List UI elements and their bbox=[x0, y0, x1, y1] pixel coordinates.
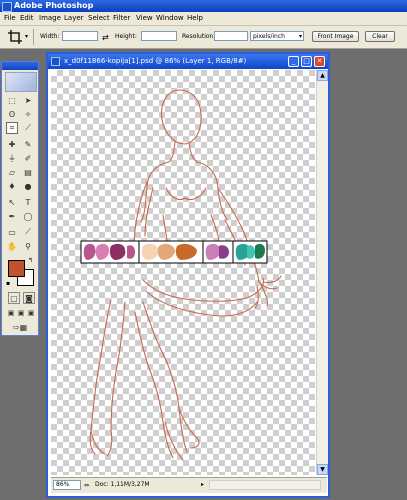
resolution-unit-value: pixels/inch bbox=[253, 33, 285, 40]
screen-mode-full-icon[interactable]: ▣ bbox=[25, 307, 37, 319]
figure-sketch bbox=[80, 89, 282, 461]
photoshop-logo-icon bbox=[2, 2, 12, 12]
quick-mask-icon[interactable]: ◙ bbox=[23, 292, 35, 304]
type-icon[interactable]: T bbox=[22, 196, 34, 208]
eraser-icon[interactable]: ▱ bbox=[6, 166, 18, 178]
menu-edit[interactable]: Edit bbox=[20, 13, 34, 24]
app-titlebar: Adobe Photoshop bbox=[0, 0, 407, 12]
notes-icon[interactable]: ▭ bbox=[6, 226, 18, 238]
magic-wand-icon[interactable]: ✧ bbox=[22, 108, 34, 120]
swap-colors-icon[interactable]: ↰ bbox=[28, 257, 33, 264]
shape-icon[interactable]: ◯ bbox=[22, 210, 34, 222]
height-field[interactable] bbox=[141, 31, 177, 41]
toolbox: ⬚ ➤ ʘ ✧ ⌗ ⟋ ✚ ✎ ⏚ ✐ ▱ ▤ ♦ ● ↖ T ✒ ◯ ▭ ⟋ … bbox=[1, 61, 39, 336]
lasso-icon[interactable]: ʘ bbox=[6, 108, 18, 120]
maximize-button[interactable]: □ bbox=[301, 56, 312, 67]
jump-to-imageready-icon[interactable]: ⇨▦ bbox=[8, 321, 32, 333]
document-title: x_d0f11866-kopija[1].psd @ 86% (Layer 1,… bbox=[64, 57, 247, 65]
dodge-icon[interactable]: ● bbox=[22, 180, 34, 192]
scroll-up-icon[interactable]: ▲ bbox=[317, 70, 328, 81]
doc-size-info: Doc: 1,11M/3,27M bbox=[95, 481, 150, 488]
image-canvas[interactable] bbox=[51, 70, 315, 475]
crop-icon[interactable]: ⌗ bbox=[6, 122, 18, 134]
options-bar: ▾ Width: ⇄ Height: Resolution: pixels/in… bbox=[0, 26, 407, 49]
width-label: Width: bbox=[40, 33, 60, 40]
adobe-online-feather-icon[interactable] bbox=[5, 72, 37, 92]
menu-layer[interactable]: Layer bbox=[64, 13, 84, 24]
sketch-outline bbox=[89, 89, 282, 461]
slice-icon[interactable]: ⟋ bbox=[22, 122, 34, 134]
default-colors-icon[interactable]: ▪ bbox=[6, 280, 10, 287]
zoom-icon[interactable]: ⚲ bbox=[22, 240, 34, 252]
gradient-icon[interactable]: ▤ bbox=[22, 166, 34, 178]
app-title: Adobe Photoshop bbox=[14, 1, 94, 10]
resolution-field[interactable] bbox=[214, 31, 248, 41]
hand-icon[interactable]: ✋ bbox=[6, 240, 18, 252]
stamp-icon[interactable]: ⏚ bbox=[6, 152, 18, 164]
menu-window[interactable]: Window bbox=[156, 13, 184, 24]
foreground-color-swatch[interactable] bbox=[8, 260, 25, 277]
pen-icon[interactable]: ✒ bbox=[6, 210, 18, 222]
vertical-scrollbar[interactable]: ▲ ▼ bbox=[316, 70, 328, 475]
resolution-label: Resolution: bbox=[182, 33, 216, 40]
menu-view[interactable]: View bbox=[136, 13, 153, 24]
tool-preset-arrow-icon[interactable]: ▾ bbox=[25, 33, 28, 40]
horizontal-scrollbar[interactable] bbox=[209, 480, 321, 490]
document-icon bbox=[51, 57, 60, 66]
standard-mode-icon[interactable]: ▢ bbox=[8, 292, 20, 304]
clear-button[interactable]: Clear bbox=[365, 31, 395, 42]
menu-file[interactable]: File bbox=[4, 13, 16, 24]
swap-dimensions-icon[interactable]: ⇄ bbox=[102, 33, 109, 42]
move-icon[interactable]: ➤ bbox=[22, 94, 34, 106]
toolbox-header[interactable] bbox=[2, 62, 38, 70]
separator bbox=[33, 29, 34, 45]
eyedropper-icon[interactable]: ⟋ bbox=[22, 226, 34, 238]
height-label: Height: bbox=[115, 33, 137, 40]
history-brush-icon[interactable]: ✐ bbox=[22, 152, 34, 164]
brush-icon[interactable]: ✎ bbox=[22, 138, 34, 150]
menu-image[interactable]: Image bbox=[39, 13, 61, 24]
menu-help[interactable]: Help bbox=[187, 13, 203, 24]
front-image-button[interactable]: Front Image bbox=[312, 31, 359, 42]
menu-bar: File Edit Image Layer Select Filter View… bbox=[0, 12, 407, 26]
menu-filter[interactable]: Filter bbox=[113, 13, 130, 24]
blur-icon[interactable]: ♦ bbox=[6, 180, 18, 192]
status-menu-arrow-icon[interactable]: ▸ bbox=[201, 478, 204, 491]
color-palette-strip bbox=[80, 240, 268, 264]
scroll-down-icon[interactable]: ▼ bbox=[317, 464, 328, 475]
path-select-icon[interactable]: ↖ bbox=[6, 196, 18, 208]
chevron-down-icon: ▾ bbox=[298, 33, 302, 40]
document-titlebar[interactable]: x_d0f11866-kopija[1].psd @ 86% (Layer 1,… bbox=[48, 54, 328, 69]
status-bar: 86% ⇔ Doc: 1,11M/3,27M ▸ bbox=[51, 477, 327, 493]
document-window: x_d0f11866-kopija[1].psd @ 86% (Layer 1,… bbox=[46, 52, 330, 498]
width-field[interactable] bbox=[62, 31, 98, 41]
close-button[interactable]: ✕ bbox=[314, 56, 325, 67]
resolution-unit-select[interactable]: pixels/inch ▾ bbox=[250, 31, 304, 41]
crop-icon[interactable] bbox=[8, 30, 22, 44]
status-nav-icon[interactable]: ⇔ bbox=[84, 479, 89, 492]
zoom-field[interactable]: 86% bbox=[53, 480, 81, 490]
menu-select[interactable]: Select bbox=[88, 13, 110, 24]
marquee-icon[interactable]: ⬚ bbox=[6, 94, 18, 106]
healing-icon[interactable]: ✚ bbox=[6, 138, 18, 150]
minimize-button[interactable]: _ bbox=[288, 56, 299, 67]
